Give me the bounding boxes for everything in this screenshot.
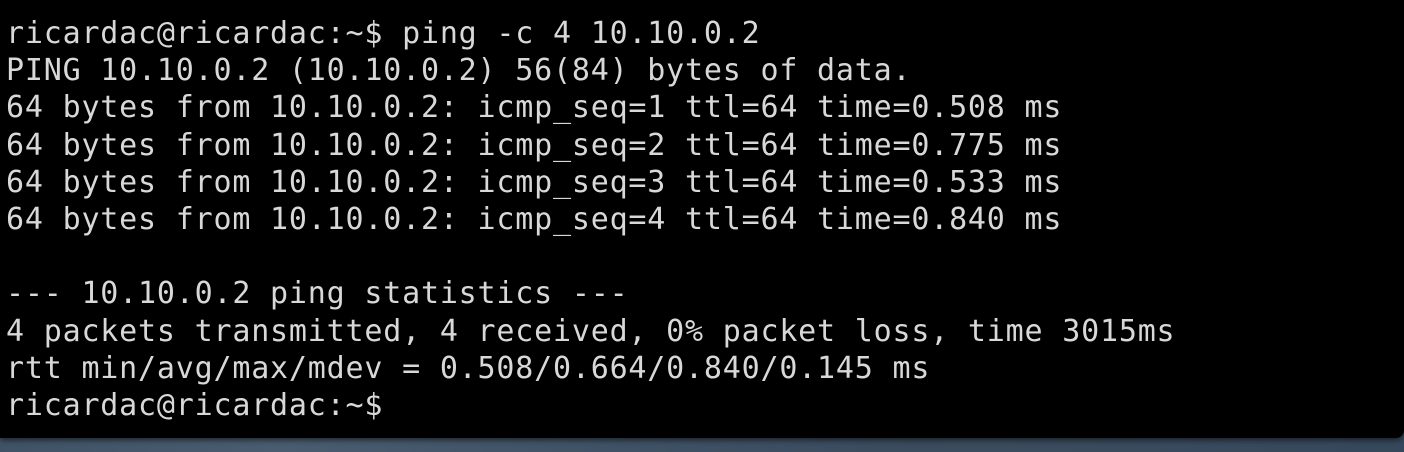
ping-header-line: PING 10.10.0.2 (10.10.0.2) 56(84) bytes … bbox=[6, 53, 912, 89]
ping-reply-line: 64 bytes from 10.10.0.2: icmp_seq=4 ttl=… bbox=[6, 201, 1063, 237]
ping-reply-line: 64 bytes from 10.10.0.2: icmp_seq=2 ttl=… bbox=[6, 127, 1063, 163]
rtt-summary-line: rtt min/avg/max/mdev = 0.508/0.664/0.840… bbox=[6, 350, 931, 386]
shell-prompt[interactable]: ricardac@ricardac:~$ bbox=[6, 387, 1175, 424]
terminal-window[interactable]: ricardac@ricardac:~$ ping -c 4 10.10.0.2… bbox=[0, 0, 1404, 438]
packet-summary-line: 4 packets transmitted, 4 received, 0% pa… bbox=[6, 313, 1176, 349]
statistics-header-line: --- 10.10.0.2 ping statistics --- bbox=[6, 276, 629, 312]
ping-reply-line: 64 bytes from 10.10.0.2: icmp_seq=1 ttl=… bbox=[6, 90, 1063, 126]
command-line: ricardac@ricardac:~$ ping -c 4 10.10.0.2 bbox=[6, 16, 761, 51]
terminal-output[interactable]: ricardac@ricardac:~$ ping -c 4 10.10.0.2… bbox=[6, 15, 1175, 424]
ping-reply-line: 64 bytes from 10.10.0.2: icmp_seq=3 ttl=… bbox=[6, 164, 1063, 200]
